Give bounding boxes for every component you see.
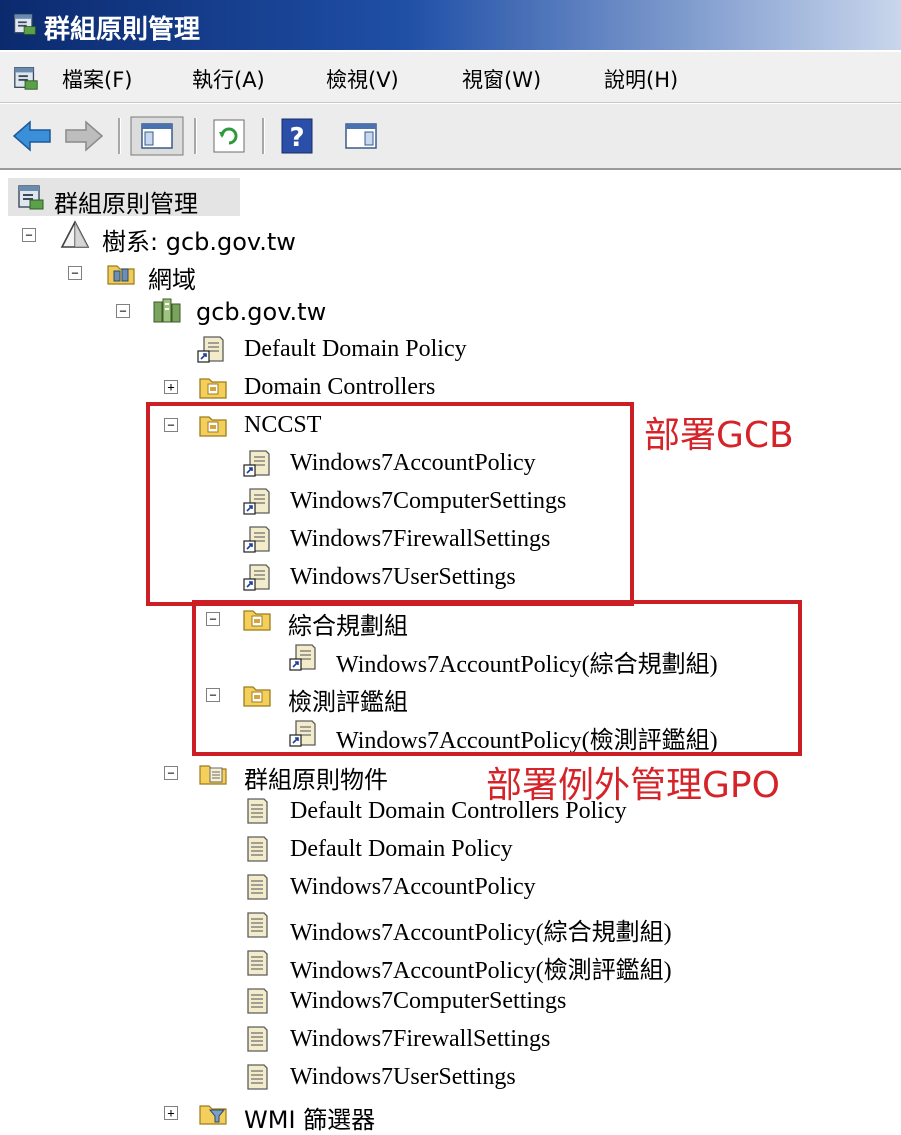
tree-item-label: gcb.gov.tw: [196, 298, 327, 326]
gpo-icon: [242, 910, 272, 940]
collapse-icon[interactable]: −: [22, 228, 36, 242]
tree-item-label: 群組原則物件: [244, 766, 388, 794]
collapse-icon[interactable]: −: [116, 304, 130, 318]
tree-item-domains[interactable]: − 網域: [0, 254, 300, 294]
tree-item-label: 樹系: gcb.gov.tw: [102, 228, 296, 256]
menu-help[interactable]: 說明(H): [604, 64, 678, 94]
tree-item-gpo-link[interactable]: Default Domain Policy: [0, 330, 560, 368]
gpo-container-icon: [198, 758, 228, 788]
tree-item-gpo[interactable]: Windows7AccountPolicy(檢測評鑑組): [0, 944, 760, 984]
organizational-unit-icon: [198, 372, 228, 402]
tree-item-label: WMI 篩選器: [244, 1106, 376, 1134]
gpo-link-icon: [196, 334, 226, 364]
gpo-icon: [242, 834, 272, 864]
tree-item-label: 群組原則管理: [54, 190, 198, 218]
menu-bar: 檔案(F) 執行(A) 檢視(V) 視窗(W) 說明(H): [0, 52, 901, 103]
console-menu-icon[interactable]: [12, 64, 40, 92]
tree-item-label: 網域: [148, 266, 196, 294]
tree-item-gpo[interactable]: Windows7ComputerSettings: [0, 982, 720, 1020]
show-hide-action-pane-icon[interactable]: [334, 116, 388, 156]
menu-file[interactable]: 檔案(F): [62, 64, 132, 94]
toolbar-separator: [262, 118, 265, 154]
tree-item-gpo[interactable]: Default Domain Policy: [0, 830, 720, 868]
tree-item-gpo[interactable]: Windows7AccountPolicy(綜合規劃組): [0, 906, 760, 946]
back-arrow-icon[interactable]: [10, 116, 54, 156]
group-policy-management-icon: [12, 10, 38, 38]
tree-item-forest[interactable]: − 樹系: gcb.gov.tw: [0, 216, 400, 256]
domains-folder-icon: [106, 258, 136, 288]
expand-icon[interactable]: +: [164, 380, 178, 394]
toolbar: ?: [0, 104, 901, 170]
tree-item-label: Windows7AccountPolicy(綜合規劃組): [290, 920, 672, 946]
tree-item-label: Domain Controllers: [244, 374, 436, 400]
tree-item-gpo[interactable]: Windows7AccountPolicy: [0, 868, 720, 906]
tree-item-label: Windows7ComputerSettings: [290, 988, 567, 1014]
tree-item-label: Default Domain Policy: [290, 836, 513, 862]
forest-icon: [60, 220, 90, 250]
gpo-icon: [242, 1062, 272, 1092]
tree-item-ou-domain-controllers[interactable]: + Domain Controllers: [0, 368, 560, 406]
toolbar-separator: [194, 118, 197, 154]
tree-item-label: Windows7AccountPolicy: [290, 874, 536, 900]
tree-item-label: Windows7FirewallSettings: [290, 1026, 551, 1052]
gpo-icon: [242, 1024, 272, 1054]
window-title: 群組原則管理: [44, 15, 201, 45]
annotation-deploy-gcb: 部署GCB: [644, 415, 794, 456]
group-policy-management-icon: [16, 182, 46, 212]
title-bar: 群組原則管理: [0, 0, 901, 50]
wmi-filter-folder-icon: [198, 1098, 228, 1128]
annotation-deploy-exception: 部署例外管理GPO: [486, 765, 780, 806]
tree-item-wmi-filters[interactable]: + WMI 篩選器: [0, 1094, 440, 1134]
refresh-icon[interactable]: [208, 116, 252, 156]
tree-item-gpo[interactable]: Windows7UserSettings: [0, 1058, 720, 1096]
gpo-icon: [242, 986, 272, 1016]
console-tree: 群組原則管理 − 樹系: gcb.gov.tw − 網域 − gcb.gov.t…: [0, 170, 901, 1134]
tree-item-gpo-container[interactable]: − 群組原則物件: [0, 754, 440, 794]
gpo-icon: [242, 948, 272, 978]
forward-arrow-icon[interactable]: [62, 116, 106, 156]
gpo-icon: [242, 872, 272, 902]
menu-action[interactable]: 執行(A): [192, 64, 265, 94]
tree-item-gpo[interactable]: Windows7FirewallSettings: [0, 1020, 720, 1058]
domain-icon: [152, 296, 182, 326]
menu-window[interactable]: 視窗(W): [462, 64, 541, 94]
collapse-icon[interactable]: −: [68, 266, 82, 280]
toolbar-separator: [118, 118, 121, 154]
show-hide-console-tree-icon[interactable]: [130, 116, 184, 156]
tree-item-label: Windows7UserSettings: [290, 1064, 516, 1090]
annotation-box-deploy-exception: [192, 600, 802, 756]
tree-item-root[interactable]: 群組原則管理: [8, 178, 240, 218]
svg-text:?: ?: [289, 123, 304, 153]
help-icon[interactable]: ?: [276, 116, 320, 156]
tree-item-label: Default Domain Policy: [244, 336, 467, 362]
tree-item-domain[interactable]: − gcb.gov.tw: [0, 292, 400, 330]
gpo-icon: [242, 796, 272, 826]
collapse-icon[interactable]: −: [164, 766, 178, 780]
annotation-box-deploy-gcb: [146, 402, 634, 606]
expand-icon[interactable]: +: [164, 1106, 178, 1120]
tree-item-label: Windows7AccountPolicy(檢測評鑑組): [290, 958, 672, 984]
menu-view[interactable]: 檢視(V): [326, 64, 399, 94]
